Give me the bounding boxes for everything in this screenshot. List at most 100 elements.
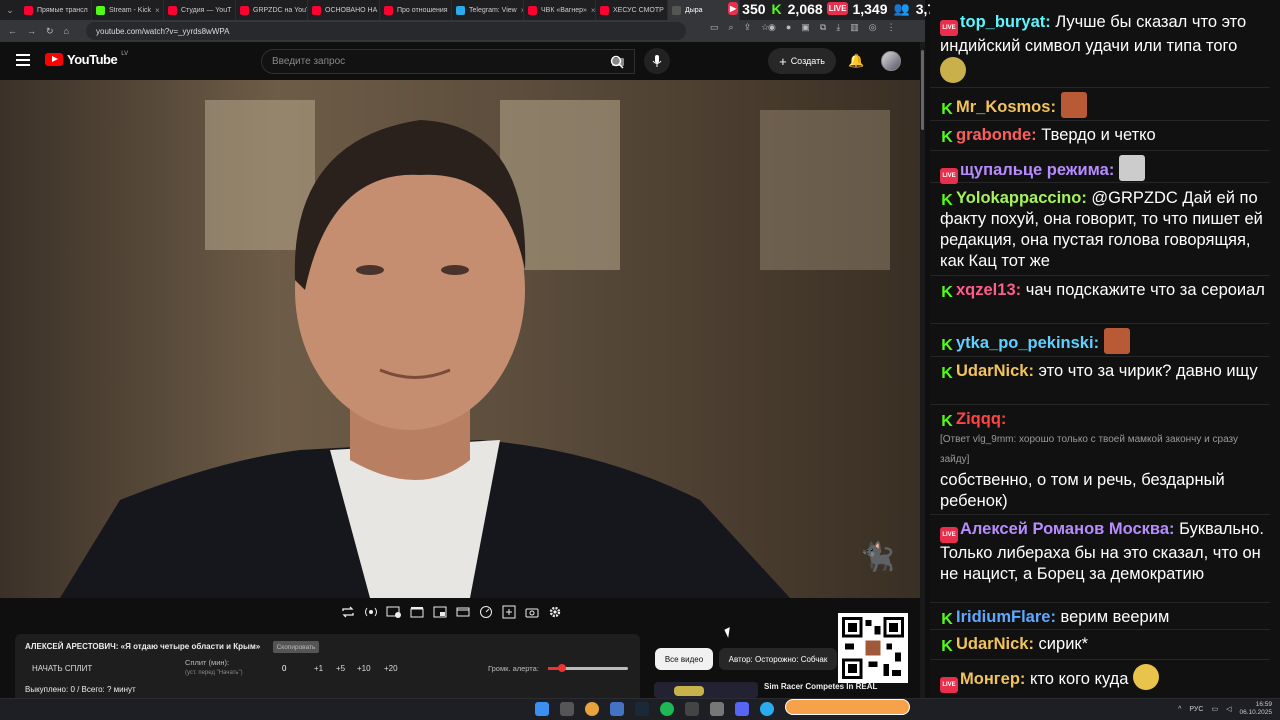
youtube-logo[interactable]: YouTube LV bbox=[45, 51, 128, 67]
picture-in-picture-icon[interactable] bbox=[432, 604, 448, 620]
browser-tab[interactable]: ЧВК «Вагнер» × bbox=[524, 0, 596, 20]
tab-label: ЧВК «Вагнер» bbox=[541, 6, 587, 14]
chat-colon: : bbox=[1045, 13, 1056, 31]
browser-tab[interactable]: ХЕСУС СМОТР× bbox=[596, 0, 668, 20]
steam-icon[interactable] bbox=[635, 702, 649, 716]
increment-20-button[interactable]: +20 bbox=[384, 664, 398, 673]
extensions-icon[interactable]: ⧉ bbox=[820, 22, 826, 33]
notifications-bell-icon[interactable]: 🔔 bbox=[848, 53, 864, 69]
voice-search-button[interactable] bbox=[644, 48, 670, 74]
increment-5-button[interactable]: +5 bbox=[336, 664, 345, 673]
video-player[interactable]: 🐈‍⬛ bbox=[0, 80, 920, 598]
camera-icon[interactable] bbox=[524, 604, 540, 620]
extension-icon[interactable]: ● bbox=[786, 22, 791, 33]
zoom-icon[interactable]: ⌕ bbox=[729, 22, 734, 33]
extension-icon[interactable]: ◉ bbox=[768, 22, 776, 33]
kick-viewers: 2,068 bbox=[787, 0, 823, 17]
chat-username[interactable]: Mr_Kosmos bbox=[956, 98, 1050, 116]
chat-message: Kxqzel13: чач подскажите что за сероиал bbox=[940, 280, 1265, 301]
sidebar-icon[interactable]: ▥ bbox=[850, 22, 859, 33]
volume-knob[interactable] bbox=[558, 664, 567, 672]
browser-tab[interactable]: Про отношения× bbox=[380, 0, 452, 20]
loop-icon[interactable] bbox=[340, 604, 356, 620]
menu-icon[interactable] bbox=[16, 54, 30, 66]
tab-search-icon[interactable]: ⌄ bbox=[0, 0, 20, 20]
avatar[interactable] bbox=[881, 51, 901, 71]
chip-author[interactable]: Автор: Осторожно: Собчак bbox=[719, 648, 837, 670]
explorer-icon[interactable] bbox=[610, 702, 624, 716]
volume-icon[interactable]: ◁ bbox=[1226, 705, 1231, 713]
menu-icon[interactable]: ⋮ bbox=[887, 22, 896, 33]
viewer-stats: ▶350 K2,068 LIVE1,349 👥3,767 bbox=[728, 0, 951, 17]
chat-username[interactable]: UdarNick bbox=[956, 635, 1028, 653]
search-button[interactable] bbox=[599, 49, 634, 74]
chat-username[interactable]: UdarNick bbox=[956, 362, 1028, 380]
browser-tab[interactable]: GRPZDC на YouT× bbox=[236, 0, 308, 20]
related-thumbnail[interactable] bbox=[654, 682, 758, 698]
related-title[interactable]: Sim Racer Competes In REAL bbox=[764, 682, 877, 691]
download-icon[interactable]: ⤓ bbox=[836, 22, 840, 33]
reload-icon[interactable]: ↻ bbox=[46, 26, 54, 37]
screen-icon[interactable] bbox=[455, 604, 471, 620]
increment-1-button[interactable]: +1 bbox=[314, 664, 323, 673]
split-value[interactable]: 0 bbox=[282, 664, 286, 673]
discord-icon[interactable] bbox=[735, 702, 749, 716]
chat-username[interactable]: xqzel13 bbox=[956, 281, 1016, 299]
chat-username[interactable]: grabonde bbox=[956, 126, 1031, 144]
chat-username[interactable]: top_buryat bbox=[960, 13, 1045, 31]
chat-username[interactable]: щупальце режима bbox=[960, 161, 1109, 179]
youtube-icon: ▶ bbox=[728, 2, 739, 15]
chat-colon: : bbox=[1050, 608, 1061, 626]
speed-icon[interactable] bbox=[478, 604, 494, 620]
clock-time: 16:59 bbox=[1255, 701, 1272, 708]
copy-button[interactable]: Скопировать bbox=[273, 641, 319, 653]
search-icon[interactable] bbox=[560, 702, 574, 716]
chat-username[interactable]: ytka_po_pekinski bbox=[956, 334, 1094, 352]
cast-icon[interactable]: ▭ bbox=[710, 22, 719, 33]
browser-tab[interactable]: Студия — YouT× bbox=[164, 0, 236, 20]
chat-username[interactable]: Алексей Романов Москва bbox=[960, 520, 1169, 538]
browser-tab[interactable]: Telegram: View× bbox=[452, 0, 524, 20]
chevron-up-icon[interactable]: ^ bbox=[1178, 706, 1181, 713]
create-button[interactable]: + Создать bbox=[768, 48, 836, 74]
profile-icon[interactable]: ◎ bbox=[869, 22, 877, 33]
spotify-icon[interactable] bbox=[660, 702, 674, 716]
add-box-icon[interactable] bbox=[501, 604, 517, 620]
windows-start-icon[interactable] bbox=[535, 702, 549, 716]
telegram-icon[interactable] bbox=[760, 702, 774, 716]
network-icon[interactable]: ▭ bbox=[1211, 705, 1218, 713]
broadcast-icon[interactable] bbox=[363, 604, 379, 620]
search-input[interactable]: Введите запрос bbox=[261, 49, 635, 74]
url-input[interactable]: youtube.com/watch?v=_yyrds8wWPA bbox=[86, 22, 686, 40]
increment-10-button[interactable]: +10 bbox=[357, 664, 371, 673]
home-icon[interactable]: ⌂ bbox=[64, 26, 69, 36]
forward-icon[interactable]: → bbox=[27, 26, 36, 36]
clock[interactable]: 16:59 06.10.2025 bbox=[1239, 701, 1272, 717]
obs-icon[interactable] bbox=[685, 702, 699, 716]
extension-icon[interactable]: ▣ bbox=[801, 22, 810, 33]
browser-tab[interactable]: Прямые трансл× bbox=[20, 0, 92, 20]
chrome-icon[interactable] bbox=[585, 702, 599, 716]
app-icon[interactable] bbox=[710, 702, 724, 716]
chat-username[interactable]: Yolokappaccino bbox=[956, 189, 1081, 207]
chat-username[interactable]: IridiumFlare bbox=[956, 608, 1050, 626]
chat-message: K Ziqqq: [Ответ vlg_9mm: хорошо только с … bbox=[940, 409, 1265, 512]
chat-username[interactable]: Монгер bbox=[960, 670, 1020, 688]
scrollbar[interactable] bbox=[920, 42, 925, 698]
share-icon[interactable]: ⇪ bbox=[744, 22, 752, 33]
start-split-button[interactable]: НАЧАТЬ СПЛИТ bbox=[32, 664, 92, 673]
browser-tab[interactable]: Stream - Kick × bbox=[92, 0, 164, 20]
close-icon[interactable]: × bbox=[591, 6, 595, 15]
watch-later-icon[interactable] bbox=[386, 604, 402, 620]
close-icon[interactable]: × bbox=[155, 6, 160, 15]
volume-slider[interactable] bbox=[548, 664, 628, 672]
browser-tab[interactable]: ОСНОВАНО НА× bbox=[308, 0, 380, 20]
chip-all-videos[interactable]: Все видео bbox=[655, 648, 713, 670]
people-icon: 👥 bbox=[893, 0, 910, 16]
chat-username[interactable]: Ziqqq bbox=[956, 410, 1001, 428]
back-icon[interactable]: ← bbox=[8, 26, 17, 36]
gear-icon[interactable] bbox=[547, 604, 563, 620]
language-indicator[interactable]: РУС bbox=[1189, 706, 1203, 713]
clapper-icon[interactable] bbox=[409, 604, 425, 620]
chat-message: K UdarNick: это что за чирик? давно ищу bbox=[940, 361, 1265, 382]
